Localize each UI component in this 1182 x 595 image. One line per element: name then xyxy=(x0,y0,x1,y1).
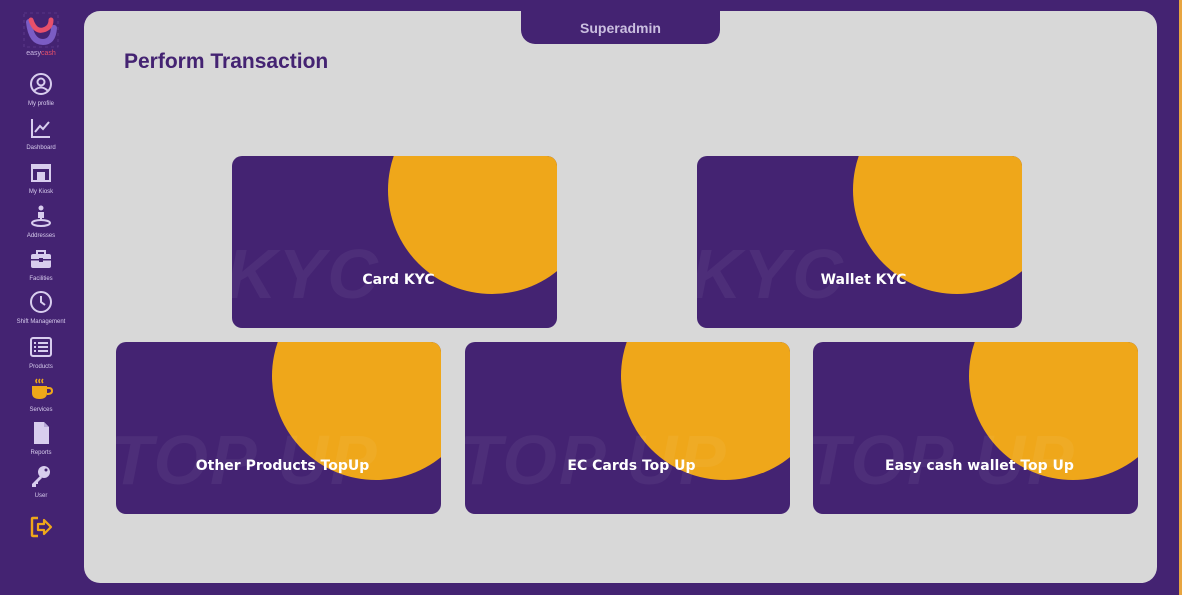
ec-cards-topup-button[interactable]: TOP UP EC Cards Top Up xyxy=(465,342,790,514)
document-icon xyxy=(34,422,49,444)
user-role-tab[interactable]: Superadmin xyxy=(521,11,720,44)
line-chart-icon xyxy=(31,119,50,138)
easy-cash-wallet-topup-button[interactable]: TOP UP Easy cash wallet Top Up xyxy=(813,342,1138,514)
user-circle-icon xyxy=(30,73,52,95)
sidebar-item-label: Addresses xyxy=(26,233,56,239)
sidebar-item-dashboard[interactable]: Dashboard xyxy=(0,116,82,151)
card-label: Wallet KYC xyxy=(820,272,907,288)
sidebar-item-label: Dashboard xyxy=(26,145,56,151)
logo-wordmark: easycash xyxy=(26,50,56,57)
list-icon xyxy=(30,337,52,357)
sidebar-item-products[interactable]: Products xyxy=(0,335,82,370)
sidebar-item-services[interactable]: Services xyxy=(0,378,82,413)
coffee-cup-icon xyxy=(32,378,53,399)
sidebar-item-addresses[interactable]: Addresses xyxy=(0,204,82,239)
card-label: EC Cards Top Up xyxy=(567,458,696,474)
card-kyc-button[interactable]: KYC Card KYC xyxy=(232,156,557,328)
wallet-kyc-button[interactable]: KYC Wallet KYC xyxy=(697,156,1022,328)
sidebar-item-facilities[interactable]: Facilities xyxy=(0,247,82,282)
sidebar-item-label: User xyxy=(34,493,48,499)
sidebar-item-label: Services xyxy=(29,407,53,413)
sidebar-item-my-kiosk[interactable]: My Kiosk xyxy=(0,160,82,195)
sidebar-item-label: My Kiosk xyxy=(28,189,54,195)
sidebar: easycash My profile Dashboard My Kiosk A… xyxy=(0,0,82,595)
page-title: Perform Transaction xyxy=(124,50,329,73)
logout-icon xyxy=(30,516,53,538)
logout-button[interactable] xyxy=(0,515,82,539)
store-icon xyxy=(31,164,51,182)
sidebar-item-label: Shift Management xyxy=(16,319,66,325)
map-pin-person-icon xyxy=(31,205,51,227)
card-label: Card KYC xyxy=(362,272,435,288)
other-products-topup-button[interactable]: TOP UP Other Products TopUp xyxy=(116,342,441,514)
sidebar-item-label: My profile xyxy=(27,101,54,107)
sidebar-item-my-profile[interactable]: My profile xyxy=(0,72,82,107)
card-label: Easy cash wallet Top Up xyxy=(885,458,1074,474)
easycash-logo[interactable]: easycash xyxy=(20,12,62,62)
sidebar-item-label: Products xyxy=(29,364,53,370)
briefcase-icon xyxy=(31,250,51,268)
sidebar-item-shift-management[interactable]: Shift Management xyxy=(0,290,82,325)
key-icon xyxy=(32,466,50,487)
sidebar-item-reports[interactable]: Reports xyxy=(0,421,82,456)
user-role-label: Superadmin xyxy=(580,19,661,36)
clock-icon xyxy=(30,291,52,313)
sidebar-item-label: Reports xyxy=(30,450,52,456)
sidebar-item-label: Facilities xyxy=(29,276,53,282)
card-label: Other Products TopUp xyxy=(195,458,370,474)
sidebar-item-user[interactable]: User xyxy=(0,464,82,499)
logo-icon xyxy=(23,12,59,48)
